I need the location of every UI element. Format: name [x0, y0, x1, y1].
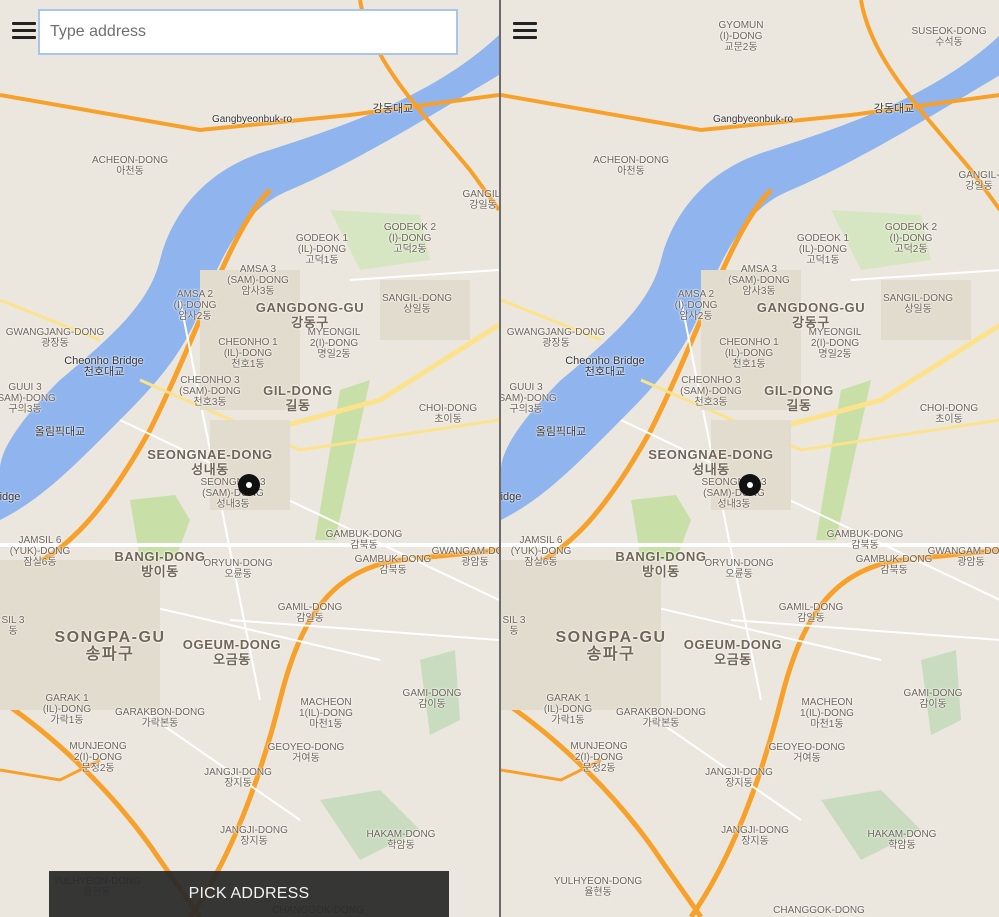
district-label: MYEONGIL 2(I)-DONG 명일2동 — [808, 327, 862, 360]
district-label: JANGJI-DONG 장지동 — [705, 767, 773, 789]
district-label: GWANGJANG-DONG 광장동 — [506, 327, 606, 349]
district-label: SONGPA-GU 송파구 — [54, 629, 166, 663]
district-label: SEONGNAE-DONG 성내동 — [147, 447, 273, 477]
district-label: SIL 3 동 — [502, 615, 526, 637]
district-label: GARAK 1 (IL)-DONG 가락1동 — [42, 693, 92, 726]
district-label: GANGDONG-GU 강동구 — [255, 300, 365, 330]
district-label: AMSA 3 (SAM)-DONG 암사3동 — [227, 264, 289, 297]
district-label: GWANGJANG-DONG 광장동 — [5, 327, 105, 349]
district-label: GARAKBON-DONG 가락본동 — [615, 707, 707, 729]
location-pin-icon — [238, 474, 260, 496]
district-label: SANGIL-DONG 상일동 — [882, 293, 954, 315]
district-label: SUSEOK-DONG 수석동 — [911, 26, 987, 48]
district-label: GAMIL-DONG 감일동 — [778, 602, 844, 624]
district-label: CHOI-DONG 초이동 — [919, 403, 979, 425]
district-label: YULHYEON-DONG 율현동 — [553, 876, 643, 898]
district-label: ACHEON-DONG 아천동 — [91, 155, 169, 177]
bridge-label: 올림픽대교 — [34, 426, 86, 438]
district-label: ACHEON-DONG 아천동 — [592, 155, 670, 177]
district-label: MUNJEONG 2(I)-DONG 문정2동 — [570, 741, 628, 774]
district-label: ORYUN-DONG 오륜동 — [203, 558, 273, 580]
bridge-label: Cheonho Bridge 천호대교 — [565, 355, 645, 378]
district-label: HAKAM-DONG 학암동 — [366, 829, 436, 851]
district-label: GODEOK 1 (IL)-DONG 고덕1동 — [295, 233, 349, 266]
bridge-label: Cheonho Bridge 천호대교 — [64, 355, 144, 378]
district-label: GEOYEO-DONG 거여동 — [768, 742, 846, 764]
district-label: GAMIL-DONG 감일동 — [277, 602, 343, 624]
district-label: GANGIL- 강일동 — [958, 170, 999, 192]
district-label: GWANGAM-DONG 광암동 — [431, 546, 499, 568]
district-label: GODEOK 2 (I)-DONG 고덕2동 — [383, 222, 437, 255]
menu-icon[interactable] — [12, 22, 36, 42]
bridge-label: 올림픽대교 — [535, 426, 587, 438]
menu-icon[interactable] — [513, 22, 537, 42]
district-label: GYOMUN (I)-DONG 교문2동 — [718, 20, 764, 53]
district-label: CHOI-DONG 초이동 — [418, 403, 478, 425]
district-label: GIL-DONG 길동 — [263, 383, 333, 413]
location-pin-icon — [739, 474, 761, 496]
district-label: GAMI-DONG 감이동 — [402, 688, 462, 710]
bridge-label: idge — [501, 491, 522, 503]
district-label: SIL 3 동 — [1, 615, 25, 637]
bridge-label: idge — [0, 491, 21, 503]
district-label: CHEONHO 1 (IL)-DONG 천호1동 — [218, 337, 278, 370]
district-label: JANGJI-DONG 장지동 — [721, 825, 789, 847]
district-label: GARAKBON-DONG 가락본동 — [114, 707, 206, 729]
map-pane-right[interactable]: Gangbyeonbuk-ro 강동대교 GYOMUN (I)-DONG 교문2… — [501, 0, 999, 917]
district-label: GUUI 3 (SAM)-DONG 구의3동 — [501, 382, 557, 415]
district-label: GAMI-DONG 감이동 — [903, 688, 963, 710]
district-label: SEONGNAE-DONG 성내동 — [648, 447, 774, 477]
district-label: SANGIL-DONG 상일동 — [381, 293, 453, 315]
district-label: SONGPA-GU 송파구 — [555, 629, 667, 663]
district-label: AMSA 3 (SAM)-DONG 암사3동 — [728, 264, 790, 297]
district-label: GARAK 1 (IL)-DONG 가락1동 — [543, 693, 593, 726]
district-label: MYEONGIL 2(I)-DONG 명일2동 — [307, 327, 361, 360]
search-input[interactable] — [38, 9, 458, 55]
district-label: OGEUM-DONG 오금동 — [182, 637, 282, 667]
district-label: JANGJI-DONG 장지동 — [220, 825, 288, 847]
district-label: BANGI-DONG 방이동 — [615, 549, 707, 579]
district-label: GWANGAM-DONG 광암동 — [927, 546, 999, 568]
district-label: MUNJEONG 2(I)-DONG 문정2동 — [69, 741, 127, 774]
district-label: GEOYEO-DONG 거여동 — [267, 742, 345, 764]
district-label: GIL-DONG 길동 — [764, 383, 834, 413]
district-label: AMSA 2 (I)-DONG 암사2동 — [173, 289, 217, 322]
bridge-label: 강동대교 — [873, 103, 915, 115]
district-label: ORYUN-DONG 오륜동 — [704, 558, 774, 580]
district-label: JANGJI-DONG 장지동 — [204, 767, 272, 789]
pick-address-button[interactable]: PICK ADDRESS — [49, 871, 449, 917]
map-pane-left[interactable]: Gangbyeonbuk-ro 강동대교 ACHEON-DONG 아천동 GOD… — [0, 0, 499, 917]
bridge-label: 강동대교 — [372, 103, 414, 115]
district-label: CHEONHO 3 (SAM)-DONG 천호3동 — [179, 375, 241, 408]
road-label: Gangbyeonbuk-ro — [211, 114, 293, 125]
district-label: JAMSIL 6 (YUK)-DONG 잠실6동 — [9, 535, 71, 568]
district-label: JAMSIL 6 (YUK)-DONG 잠실6동 — [510, 535, 572, 568]
district-label: GAMBUK-DONG 감북동 — [855, 554, 933, 576]
district-label: GAMBUK-DONG 감북동 — [354, 554, 432, 576]
district-label: GAMBUK-DONG 감북동 — [325, 529, 403, 551]
district-label: GODEOK 2 (I)-DONG 고덕2동 — [884, 222, 938, 255]
district-label: BANGI-DONG 방이동 — [114, 549, 206, 579]
district-label: HAKAM-DONG 학암동 — [867, 829, 937, 851]
district-label: GUUI 3 (SAM)-DONG 구의3동 — [0, 382, 56, 415]
district-label: GAMBUK-DONG 감북동 — [826, 529, 904, 551]
district-label: CHANGGOK-DONG — [773, 905, 865, 916]
district-label: GANGDONG-GU 강동구 — [756, 300, 866, 330]
district-label: GODEOK 1 (IL)-DONG 고덕1동 — [796, 233, 850, 266]
district-label: CHEONHO 1 (IL)-DONG 천호1동 — [719, 337, 779, 370]
road-label: Gangbyeonbuk-ro — [712, 114, 794, 125]
district-label: MACHEON 1(IL)-DONG 마천1동 — [800, 697, 854, 730]
district-label: MACHEON 1(IL)-DONG 마천1동 — [299, 697, 353, 730]
district-label: AMSA 2 (I)-DONG 암사2동 — [674, 289, 718, 322]
district-label: OGEUM-DONG 오금동 — [683, 637, 783, 667]
district-label: CHEONHO 3 (SAM)-DONG 천호3동 — [680, 375, 742, 408]
district-label: GANGIL- 강일동 — [462, 189, 499, 211]
